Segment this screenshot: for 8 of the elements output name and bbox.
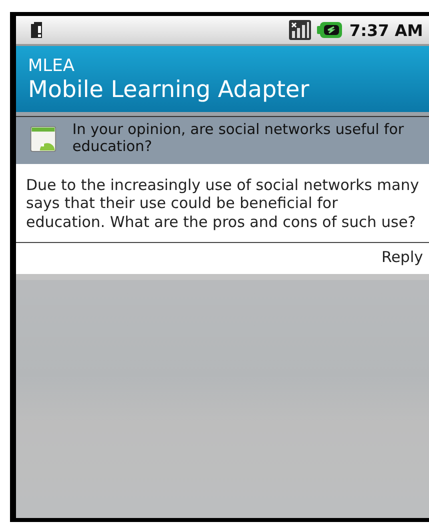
status-time: 7:37 AM (349, 20, 423, 40)
signal-icon (289, 20, 312, 40)
app-title: Mobile Learning Adapter (28, 76, 310, 105)
reply-button[interactable]: Reply (379, 248, 425, 266)
question-title: In your opinion, are social networks useful for education? (72, 122, 405, 157)
battery-charging-icon (317, 21, 344, 39)
app-name: MLEA (28, 56, 75, 76)
question-text: Due to the increasingly use of social networks many says that their use could be beneficial for education. What are the pros and cons of such use? (16, 164, 429, 243)
